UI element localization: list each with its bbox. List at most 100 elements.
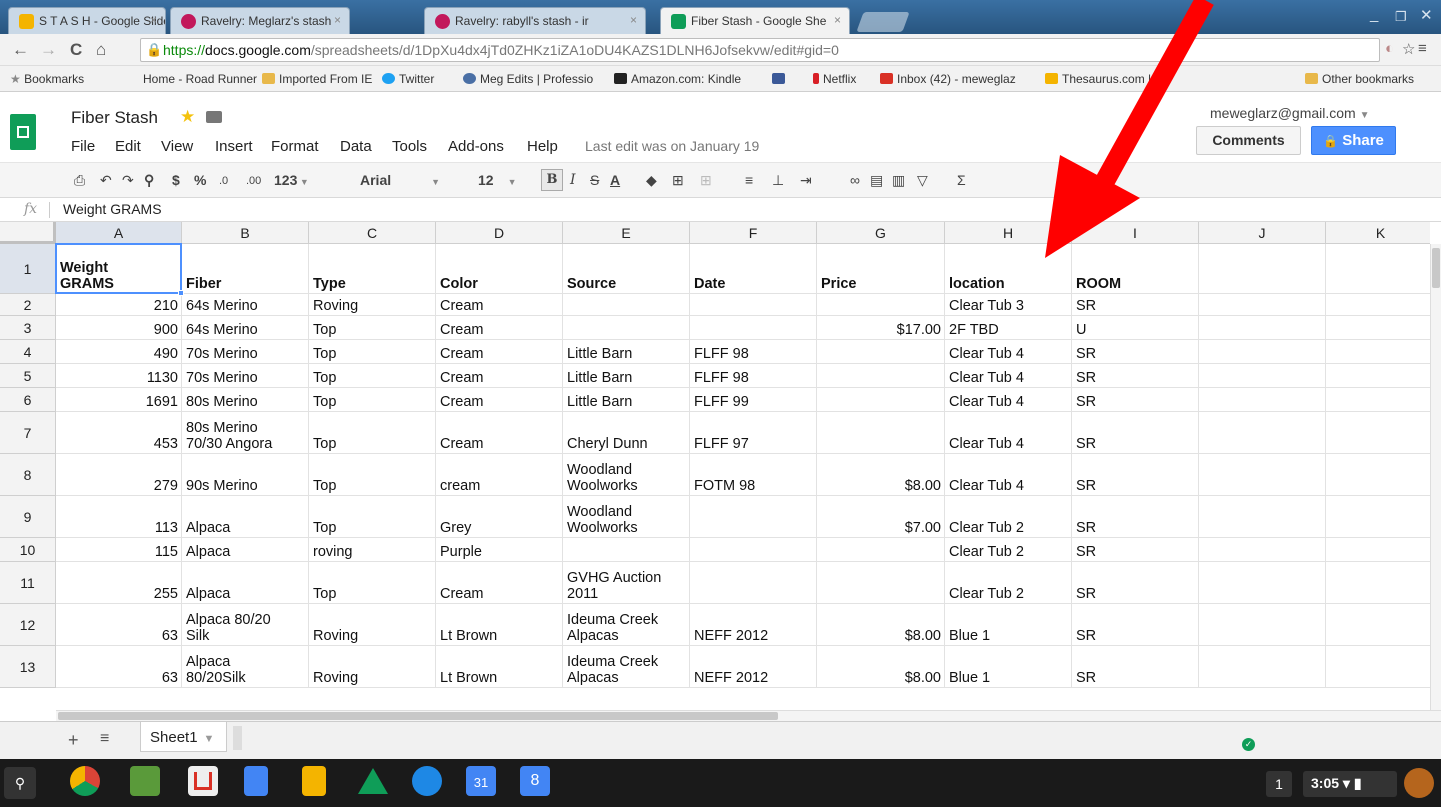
- cell-j1[interactable]: [1199, 244, 1326, 294]
- cell-k2[interactable]: [1326, 294, 1430, 316]
- cell-h1[interactable]: location: [945, 244, 1072, 294]
- row-header[interactable]: 13: [0, 646, 56, 688]
- cell-b3[interactable]: 64s Merino: [182, 316, 309, 340]
- bookmarks-button[interactable]: ★ Bookmarks: [10, 72, 84, 86]
- cell-e1[interactable]: Source: [563, 244, 690, 294]
- cell-i13[interactable]: SR: [1072, 646, 1199, 688]
- cell-a1[interactable]: Weight GRAMS: [56, 244, 182, 294]
- last-edit-status[interactable]: Last edit was on January 19: [585, 138, 759, 154]
- drive-icon[interactable]: [358, 766, 388, 796]
- google-plus-icon[interactable]: 8: [520, 766, 550, 796]
- cell-j10[interactable]: [1199, 538, 1326, 562]
- column-header-j[interactable]: J: [1199, 222, 1326, 244]
- close-icon[interactable]: ×: [334, 13, 341, 27]
- evernote-icon[interactable]: [130, 766, 160, 796]
- column-header-b[interactable]: B: [182, 222, 309, 244]
- row-header[interactable]: 2: [0, 294, 56, 316]
- star-icon[interactable]: ★: [180, 107, 195, 127]
- cell-d11[interactable]: Cream: [436, 562, 563, 604]
- cell-d8[interactable]: cream: [436, 454, 563, 496]
- cell-f1[interactable]: Date: [690, 244, 817, 294]
- functions-icon[interactable]: Σ: [957, 172, 966, 188]
- formula-input[interactable]: Weight GRAMS: [63, 201, 162, 217]
- address-bar[interactable]: 🔒 https://docs.google.com/spreadsheets/d…: [140, 38, 1380, 62]
- cell-d1[interactable]: Color: [436, 244, 563, 294]
- back-icon[interactable]: ←: [12, 40, 29, 60]
- cell-a12[interactable]: 63: [56, 604, 182, 646]
- cell-a4[interactable]: 490: [56, 340, 182, 364]
- print-icon[interactable]: ⎙: [74, 172, 85, 189]
- browser-tab-slides[interactable]: S T A S H - Google Slide ×: [8, 7, 166, 34]
- horizontal-scroll-thumb[interactable]: [58, 712, 778, 720]
- cell-h11[interactable]: Clear Tub 2: [945, 562, 1072, 604]
- italic-button[interactable]: I: [570, 172, 576, 188]
- row-header[interactable]: 1: [0, 244, 56, 294]
- cell-a10[interactable]: 115: [56, 538, 182, 562]
- menu-help[interactable]: Help: [527, 138, 558, 155]
- bookmark-item[interactable]: Thesaurus.com | Fin: [1045, 72, 1171, 86]
- insert-chart-icon[interactable]: ▥: [892, 172, 905, 189]
- more-formats-button[interactable]: 123 ▼: [274, 172, 309, 188]
- cell-c5[interactable]: Top: [309, 364, 436, 388]
- cell-h6[interactable]: Clear Tub 4: [945, 388, 1072, 412]
- search-icon[interactable]: ⚲: [4, 767, 36, 799]
- cell-k11[interactable]: [1326, 562, 1430, 604]
- reload-icon[interactable]: C: [70, 40, 82, 60]
- bookmark-item[interactable]: [772, 72, 789, 86]
- row-header[interactable]: 8: [0, 454, 56, 496]
- comments-button[interactable]: Comments: [1196, 126, 1301, 155]
- cell-k13[interactable]: [1326, 646, 1430, 688]
- cell-g4[interactable]: [817, 340, 945, 364]
- share-button[interactable]: 🔒 Share: [1311, 126, 1396, 155]
- menu-insert[interactable]: Insert: [215, 138, 253, 155]
- cell-d12[interactable]: Lt Brown: [436, 604, 563, 646]
- select-all-corner[interactable]: [0, 222, 56, 244]
- restore-icon[interactable]: ❐: [1395, 9, 1407, 25]
- cell-c13[interactable]: Roving: [309, 646, 436, 688]
- cell-j4[interactable]: [1199, 340, 1326, 364]
- cell-e7[interactable]: Cheryl Dunn: [563, 412, 690, 454]
- bookmark-item[interactable]: Amazon.com: Kindle: [614, 72, 741, 86]
- cell-i7[interactable]: SR: [1072, 412, 1199, 454]
- insert-comment-icon[interactable]: ▤: [870, 172, 883, 189]
- cell-b5[interactable]: 70s Merino: [182, 364, 309, 388]
- cell-b7[interactable]: 80s Merino 70/30 Angora: [182, 412, 309, 454]
- docs-icon[interactable]: [244, 766, 268, 796]
- cell-d10[interactable]: Purple: [436, 538, 563, 562]
- strikethrough-button[interactable]: S: [590, 172, 599, 188]
- cell-f9[interactable]: [690, 496, 817, 538]
- cell-d9[interactable]: Grey: [436, 496, 563, 538]
- cell-j3[interactable]: [1199, 316, 1326, 340]
- cell-a11[interactable]: 255: [56, 562, 182, 604]
- cell-b13[interactable]: Alpaca 80/20Silk: [182, 646, 309, 688]
- new-tab-button[interactable]: [856, 12, 910, 32]
- cell-e3[interactable]: [563, 316, 690, 340]
- vertical-scroll-thumb[interactable]: [1432, 248, 1440, 288]
- folder-icon[interactable]: [206, 111, 222, 123]
- cell-e2[interactable]: [563, 294, 690, 316]
- cell-h12[interactable]: Blue 1: [945, 604, 1072, 646]
- cell-g11[interactable]: [817, 562, 945, 604]
- vertical-scrollbar[interactable]: [1430, 244, 1441, 710]
- menu-add-ons[interactable]: Add-ons: [448, 138, 504, 155]
- cell-j8[interactable]: [1199, 454, 1326, 496]
- cell-k6[interactable]: [1326, 388, 1430, 412]
- cell-i2[interactable]: SR: [1072, 294, 1199, 316]
- close-icon[interactable]: ×: [150, 13, 157, 27]
- menu-data[interactable]: Data: [340, 138, 372, 155]
- all-sheets-icon[interactable]: ≡: [100, 730, 109, 748]
- cell-a3[interactable]: 900: [56, 316, 182, 340]
- cell-c7[interactable]: Top: [309, 412, 436, 454]
- cell-k9[interactable]: [1326, 496, 1430, 538]
- browser-tab-fiber-stash[interactable]: Fiber Stash - Google She ×: [660, 7, 850, 34]
- cell-c3[interactable]: Top: [309, 316, 436, 340]
- menu-icon[interactable]: ≡: [1418, 40, 1427, 57]
- close-icon[interactable]: ×: [630, 13, 637, 27]
- cell-c6[interactable]: Top: [309, 388, 436, 412]
- cell-b9[interactable]: Alpaca: [182, 496, 309, 538]
- cell-d13[interactable]: Lt Brown: [436, 646, 563, 688]
- menu-file[interactable]: File: [71, 138, 95, 155]
- increase-decimal-button[interactable]: .00: [246, 175, 261, 187]
- cell-c12[interactable]: Roving: [309, 604, 436, 646]
- cell-h13[interactable]: Blue 1: [945, 646, 1072, 688]
